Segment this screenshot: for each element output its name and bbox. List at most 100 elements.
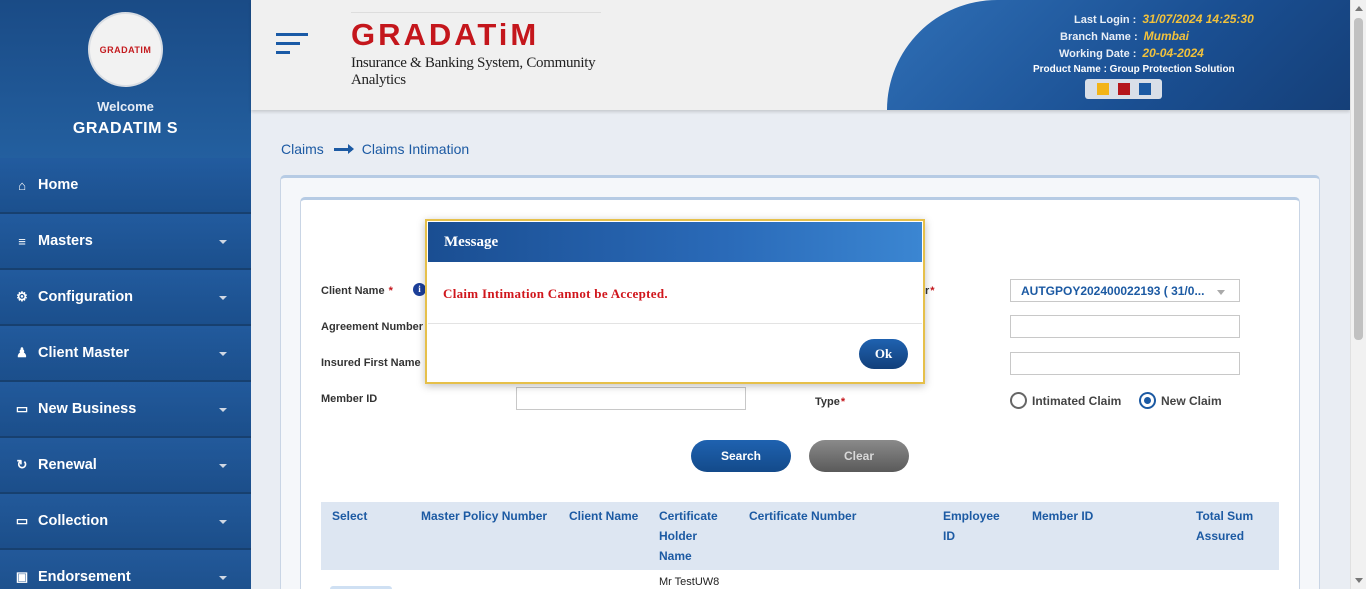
sidebar-item-endorsement[interactable]: ▣ Endorsement [0, 550, 251, 589]
arrow-right-icon [333, 143, 354, 154]
sidebar-item-label: Collection [38, 513, 109, 529]
sidebar-item-label: Masters [38, 233, 93, 249]
database-icon: ≡ [18, 233, 26, 249]
radio-intimated-claim[interactable]: Intimated Claim [1010, 392, 1121, 409]
last-login-value: 31/07/2024 14:25:30 [1142, 12, 1254, 26]
member-id-input[interactable] [516, 387, 746, 410]
dialog-message: Claim Intimation Cannot be Accepted. [443, 286, 668, 301]
col-certificate-holder-name[interactable]: Certificate Holder Name [659, 506, 718, 566]
refresh-icon: ↻ [16, 457, 28, 472]
user-icon: ♟ [16, 345, 28, 360]
theme-red-swatch[interactable] [1117, 83, 1130, 95]
dialog-title: Message [428, 222, 922, 262]
sidebar-item-label: Client Master [38, 345, 130, 361]
theme-blue-swatch[interactable] [1138, 83, 1151, 95]
policy-select[interactable]: AUTGPOY202400022193 ( 31/0... [1010, 279, 1240, 302]
scroll-down-icon[interactable] [1355, 578, 1363, 583]
caret-down-icon [219, 240, 227, 244]
type-label-text: Type [815, 396, 840, 408]
caret-down-icon [219, 464, 227, 468]
sidebar: GRADATIM Welcome GRADATIM S ⌂ Home ≡ Master… [0, 0, 251, 589]
sidebar-item-new-business[interactable]: ▭ New Business [0, 382, 251, 438]
monitor-icon: ▭ [15, 401, 29, 416]
ok-button[interactable]: Ok [859, 339, 908, 369]
insured-first-name-label: Insured First Name [321, 357, 421, 369]
col-master-policy-number[interactable]: Master Policy Number [421, 506, 547, 526]
search-button[interactable]: Search [691, 440, 791, 472]
policy-field-2[interactable] [1010, 315, 1240, 338]
required-marker: * [388, 285, 393, 297]
menu-toggle-icon[interactable] [276, 33, 308, 60]
sidebar-item-label: New Business [38, 401, 137, 417]
client-name-text: Client Name [321, 285, 385, 297]
client-name-label: Client Name * [321, 285, 393, 297]
policy-label: r* [925, 285, 935, 297]
caret-down-icon [219, 520, 227, 524]
policy-select-value: AUTGPOY202400022193 ( 31/0... [1021, 284, 1205, 298]
logo-text: GRADATIM [99, 44, 152, 55]
member-id-label: Member ID [321, 393, 378, 405]
col-client-name[interactable]: Client Name [569, 506, 638, 526]
caret-down-icon [219, 352, 227, 356]
sidebar-item-label: Renewal [38, 457, 97, 473]
gears-icon: ⚙ [16, 289, 28, 304]
caret-down-icon [219, 576, 227, 580]
policy-label-text: r [925, 285, 930, 297]
working-date-value: 20-04-2024 [1142, 46, 1204, 60]
row-holder-name: Mr TestUW8 [659, 576, 720, 588]
radio-new-claim[interactable]: New Claim [1139, 392, 1222, 409]
col-total-sum-assured[interactable]: Total Sum Assured [1196, 506, 1253, 546]
briefcase-icon: ▣ [15, 569, 29, 584]
message-dialog: Message Claim Intimation Cannot be Accep… [425, 219, 925, 384]
policy-field-3[interactable] [1010, 352, 1240, 375]
breadcrumb-claims[interactable]: Claims [281, 141, 324, 157]
dialog-divider [428, 323, 922, 324]
branch-name: Branch Name : Mumbai [1060, 29, 1189, 43]
caret-down-icon [219, 296, 227, 300]
sidebar-item-label: Configuration [38, 289, 134, 305]
col-member-id[interactable]: Member ID [1032, 506, 1093, 526]
monitor-icon: ▭ [15, 513, 29, 528]
welcome-label: Welcome [97, 99, 154, 114]
branch-label: Branch Name : [1060, 31, 1138, 43]
radio-new-label: New Claim [1161, 393, 1222, 408]
theme-color-picker [1085, 79, 1162, 99]
breadcrumb-claims-intimation: Claims Intimation [361, 141, 470, 157]
scroll-thumb[interactable] [1354, 18, 1363, 340]
brand-logo: GRADATiM Insurance & Banking System, Com… [351, 12, 601, 89]
sidebar-item-client-master[interactable]: ♟ Client Master [0, 326, 251, 382]
working-date: Working Date : 20-04-2024 [1059, 46, 1204, 60]
working-date-label: Working Date : [1059, 48, 1137, 60]
sidebar-nav: ⌂ Home ≡ Masters ⚙ Configuration ♟ Client Maste… [0, 158, 251, 589]
company-logo: GRADATIM [90, 14, 161, 85]
col-certificate-number[interactable]: Certificate Number [749, 506, 856, 526]
radio-circle[interactable] [1010, 392, 1027, 409]
product-name: Product Name : Group Protection Solution [1033, 64, 1235, 75]
branch-value: Mumbai [1143, 29, 1189, 43]
brand-tagline: Insurance & Banking System, Community An… [351, 55, 596, 88]
caret-down-icon [219, 408, 227, 412]
sidebar-item-renewal[interactable]: ↻ Renewal [0, 438, 251, 494]
breadcrumb: Claims Claims Intimation [281, 141, 469, 157]
sidebar-item-collection[interactable]: ▭ Collection [0, 494, 251, 550]
sidebar-item-masters[interactable]: ≡ Masters [0, 214, 251, 270]
sidebar-item-configuration[interactable]: ⚙ Configuration [0, 270, 251, 326]
username: GRADATIM S [72, 120, 179, 137]
last-login: Last Login : 31/07/2024 14:25:30 [1074, 12, 1254, 26]
page-scrollbar[interactable] [1350, 0, 1366, 589]
col-select[interactable]: Select [332, 506, 367, 526]
sidebar-item-label: Endorsement [38, 569, 131, 585]
col-employee-id[interactable]: Employee ID [943, 506, 1000, 546]
radio-circle[interactable] [1139, 392, 1156, 409]
home-icon: ⌂ [18, 177, 26, 193]
chevron-down-icon [1217, 290, 1225, 295]
sidebar-item-label: Home [38, 177, 79, 193]
scroll-up-icon[interactable] [1355, 6, 1363, 11]
clear-button[interactable]: Clear [809, 440, 909, 472]
brand-name: GRADATiM [351, 12, 601, 53]
required-marker: * [930, 285, 935, 297]
theme-yellow-swatch[interactable] [1096, 83, 1109, 95]
required-marker: * [840, 396, 846, 408]
sidebar-item-home[interactable]: ⌂ Home [0, 158, 251, 214]
agreement-number-label: Agreement Number [321, 321, 424, 333]
